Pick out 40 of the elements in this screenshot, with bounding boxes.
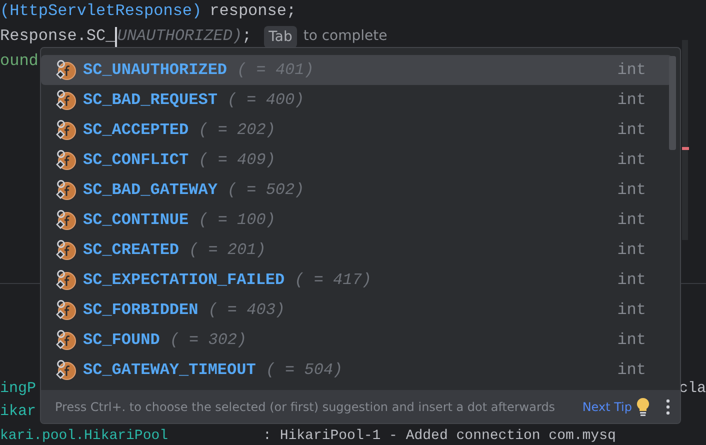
code-text: (HttpServletResponse) — [0, 1, 202, 22]
field-icon — [55, 239, 77, 261]
console-text: ikar — [0, 402, 36, 422]
code-text: ound — [0, 51, 38, 72]
completion-item[interactable]: SC_BAD_REQUEST ( = 400) int — [41, 85, 672, 115]
completion-item[interactable]: SC_CONFLICT ( = 409) int — [41, 145, 672, 175]
code-text: ; — [242, 26, 252, 47]
ghost-completion-text: UNAUTHORIZED) — [117, 26, 242, 47]
field-icon — [55, 149, 77, 171]
completion-item[interactable]: SC_CONTINUE ( = 100) int — [41, 205, 672, 235]
completion-item[interactable]: SC_BAD_GATEWAY ( = 502) int — [41, 175, 672, 205]
hint-text: Press Ctrl+. to choose the selected (or first) suggestion and insert a dot afterwards — [55, 398, 556, 416]
field-icon — [55, 59, 77, 81]
error-stripe-mark — [682, 147, 689, 150]
completion-item[interactable]: SC_FORBIDDEN ( = 403) int — [41, 295, 672, 325]
next-tip-link[interactable]: Next Tip — [574, 398, 632, 416]
console-text: ingP — [0, 379, 36, 399]
field-icon — [55, 269, 77, 291]
code-text: response; — [210, 1, 296, 22]
more-options-icon[interactable] — [666, 398, 670, 414]
field-icon — [55, 299, 77, 321]
completion-item[interactable]: SC_EXPECTATION_FAILED ( = 417) int — [41, 265, 672, 295]
code-text: Response.SC_ — [0, 26, 116, 47]
field-icon — [55, 359, 77, 381]
hint-text: to complete — [303, 27, 388, 46]
field-icon — [55, 329, 77, 351]
completion-item[interactable]: SC_CREATED ( = 201) int — [41, 235, 672, 265]
field-icon — [55, 179, 77, 201]
lightbulb-icon — [636, 396, 650, 416]
field-icon — [55, 119, 77, 141]
completion-item[interactable]: SC_ACCEPTED ( = 202) int — [41, 115, 672, 145]
field-icon — [55, 209, 77, 231]
field-icon — [55, 89, 77, 111]
console-text: : HikariPool-1 - Added connection com.mysq — [263, 428, 616, 444]
completion-item[interactable]: SC_GATEWAY_TIMEOUT ( = 504) int — [41, 355, 672, 385]
completion-item[interactable]: SC_FOUND ( = 302) int — [41, 325, 672, 355]
console-text: kari.pool.HikariPool — [0, 428, 168, 444]
text-cursor — [115, 26, 118, 46]
key-hint: Tab — [264, 26, 298, 48]
scrollbar-thumb[interactable] — [669, 56, 676, 150]
